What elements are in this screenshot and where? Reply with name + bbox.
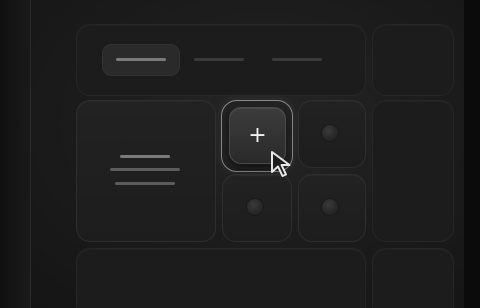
content-card — [76, 100, 216, 242]
header-bar-2 — [194, 58, 244, 61]
right-edge-shadow — [464, 0, 480, 308]
bottom-tile — [76, 248, 366, 308]
grid-tile-dot-icon — [322, 125, 338, 141]
content-card-title-bar — [120, 155, 170, 158]
content-card-line-1 — [110, 168, 180, 171]
side-column-tile — [372, 100, 454, 242]
bottom-side-tile — [372, 248, 454, 308]
canvas: + — [0, 0, 480, 308]
header-side-tile — [372, 24, 454, 96]
header-pill-bar — [116, 58, 166, 61]
cursor-pointer-icon — [271, 151, 291, 177]
header-bar-3 — [272, 58, 322, 61]
grid-tile-dot-icon — [247, 199, 263, 215]
content-card-line-2 — [115, 182, 175, 185]
grid-tile-dot-icon — [322, 199, 338, 215]
left-edge-panel — [0, 0, 31, 308]
